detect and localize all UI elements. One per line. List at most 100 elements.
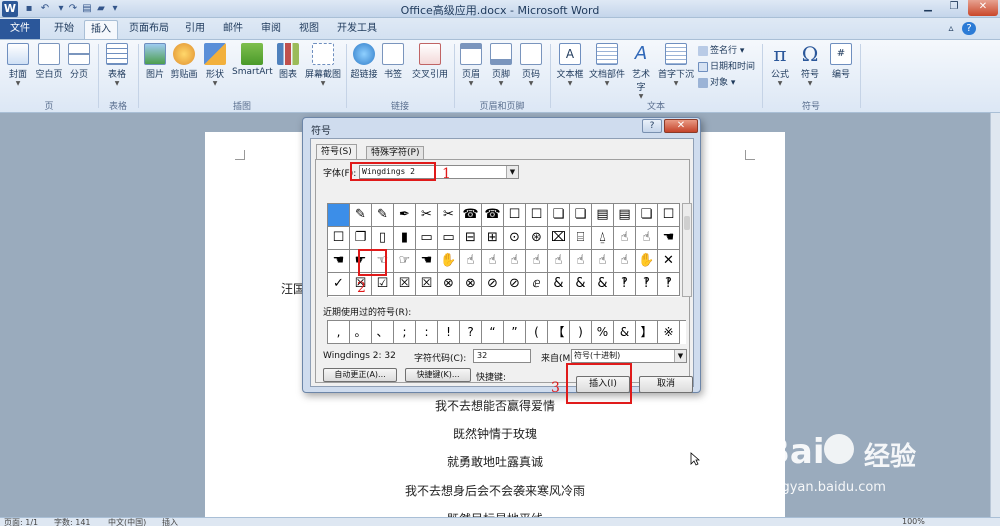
symbol-cell[interactable]: ☚ [328,250,350,273]
symbol-cell[interactable]: ☎ [482,204,504,227]
symbol-cell[interactable]: ☝ [504,250,526,273]
symbol-cell[interactable]: ▭ [416,227,438,250]
chart-button[interactable]: 图表 [276,43,300,80]
hyperlink-button[interactable]: 超链接 [350,43,378,80]
symbol-cell[interactable]: ❏ [636,204,658,227]
recent-symbol-cell[interactable]: ( [526,321,548,344]
recent-symbol-cell[interactable]: 【 [548,321,570,344]
tab-insert[interactable]: 插入 [84,20,118,39]
symbol-cell[interactable]: ⊞ [482,227,504,250]
recent-symbol-cell[interactable]: ; [394,321,416,344]
tab-references[interactable]: 引用 [178,20,212,39]
symbol-cell[interactable]: ⌸ [570,227,592,250]
recent-symbol-cell[interactable]: 、 [372,321,394,344]
numbering-button[interactable]: # 编号 [828,43,854,80]
quick-parts-button[interactable]: 文档部件 ▼ [588,43,626,87]
symbol-cell[interactable]: ☐ [658,204,680,227]
symbol-cell[interactable]: ✋ [438,250,460,273]
recent-symbol-cell[interactable]: ※ [658,321,680,344]
tab-page-layout[interactable]: 页面布局 [122,20,176,39]
date-time-button[interactable]: 日期和时间 [698,59,755,72]
symbol-cell[interactable]: ✒ [394,204,416,227]
recent-symbol-cell[interactable]: % [592,321,614,344]
symbol-cell[interactable]: ▤ [592,204,614,227]
symbol-cell[interactable] [328,204,350,227]
recent-symbols-grid[interactable]: ,。、;:!? “”(【)% &】 ※ [327,320,686,344]
vertical-scrollbar[interactable] [990,113,1000,517]
blank-page-button[interactable]: 空白页 [34,43,64,80]
status-zoom[interactable]: 100% [902,518,925,526]
symbol-cell[interactable]: ☝ [548,250,570,273]
symbol-cell[interactable]: ▯ [372,227,394,250]
symbol-cell[interactable]: & [548,273,570,296]
shortcut-key-button[interactable]: 快捷键(K)... [405,368,471,382]
signature-line-button[interactable]: 签名行 ▾ [698,43,744,56]
symbol-cell[interactable]: ☐ [526,204,548,227]
symbol-cell[interactable]: ⌧ [548,227,570,250]
symbol-cell[interactable]: ⍙ [592,227,614,250]
symbol-cell[interactable]: ☝ [460,250,482,273]
recent-symbol-cell[interactable]: ” [504,321,526,344]
symbol-cell[interactable]: ⊗ [438,273,460,296]
tab-file[interactable]: 文件 [0,19,40,39]
symbol-cell[interactable]: ☝ [636,227,658,250]
help-icon[interactable]: ? [962,22,976,35]
symbol-cell[interactable]: ☚ [416,250,438,273]
tab-mailings[interactable]: 邮件 [216,20,250,39]
drop-cap-button[interactable]: 首字下沉 ▼ [658,43,694,87]
symbol-cell[interactable]: ☒ [394,273,416,296]
symbols-scrollbar[interactable] [682,203,692,297]
status-language[interactable]: 中文(中国) [108,518,146,526]
equation-button[interactable]: π 公式 ▼ [768,43,792,87]
symbol-cell[interactable]: ⅇ [526,273,548,296]
symbol-cell[interactable]: ✂ [416,204,438,227]
symbol-cell[interactable]: ☎ [460,204,482,227]
recent-symbol-cell[interactable]: ? [460,321,482,344]
symbol-cell[interactable]: ❐ [350,227,372,250]
symbol-cell[interactable]: ☝ [526,250,548,273]
symbol-cell[interactable]: ❏ [570,204,592,227]
symbol-cell[interactable]: ⊗ [460,273,482,296]
picture-button[interactable]: 图片 [144,43,166,80]
recent-symbol-cell[interactable]: : [416,321,438,344]
recent-symbol-cell[interactable]: ) [570,321,592,344]
symbol-button[interactable]: Ω 符号 ▼ [798,43,822,87]
symbol-cell[interactable]: ‽ [658,273,680,296]
symbol-cell[interactable]: ⊘ [504,273,526,296]
symbol-cell[interactable]: ‽ [614,273,636,296]
symbol-cell[interactable]: ✂ [438,204,460,227]
symbol-cell[interactable]: ▤ [614,204,636,227]
tab-review[interactable]: 审阅 [254,20,288,39]
autocorrect-button[interactable]: 自动更正(A)... [323,368,397,382]
footer-button[interactable]: 页脚 ▼ [490,43,512,87]
status-mode[interactable]: 插入 [162,518,178,526]
symbol-cell[interactable]: ✓ [328,273,350,296]
tab-symbols[interactable]: 符号(S) [316,144,357,160]
header-button[interactable]: 页眉 ▼ [460,43,482,87]
recent-symbol-cell[interactable]: 】 [636,321,658,344]
symbol-cell[interactable]: ☞ [394,250,416,273]
symbol-cell[interactable]: ✎ [372,204,394,227]
symbol-cell[interactable]: ☝ [482,250,504,273]
symbol-cell[interactable]: ☝ [614,250,636,273]
symbol-cell[interactable]: ✕ [658,250,680,273]
symbol-cell[interactable]: ❏ [548,204,570,227]
status-words[interactable]: 字数: 141 [54,518,91,526]
screenshot-button[interactable]: 屏幕截图 ▼ [304,43,342,87]
symbol-cell[interactable]: ☝ [570,250,592,273]
symbol-cell[interactable]: ☑ [372,273,394,296]
close-window-button[interactable]: ✕ [968,0,998,16]
symbol-cell[interactable]: & [570,273,592,296]
wordart-button[interactable]: A 艺术字 ▼ [628,43,654,100]
textbox-button[interactable]: A 文本框 ▼ [556,43,584,87]
minimize-button[interactable]: ▁ [916,0,940,16]
tab-developer[interactable]: 开发工具 [332,20,382,39]
smartart-button[interactable]: SmartArt [232,43,273,77]
symbol-cell[interactable]: ▭ [438,227,460,250]
symbol-cell[interactable]: ✋ [636,250,658,273]
clipart-button[interactable]: 剪贴画 [170,43,198,80]
symbol-cell[interactable]: ☒ [416,273,438,296]
table-button[interactable]: 表格 ▼ [104,43,130,87]
tab-view[interactable]: 视图 [292,20,326,39]
shapes-button[interactable]: 形状 ▼ [202,43,228,87]
